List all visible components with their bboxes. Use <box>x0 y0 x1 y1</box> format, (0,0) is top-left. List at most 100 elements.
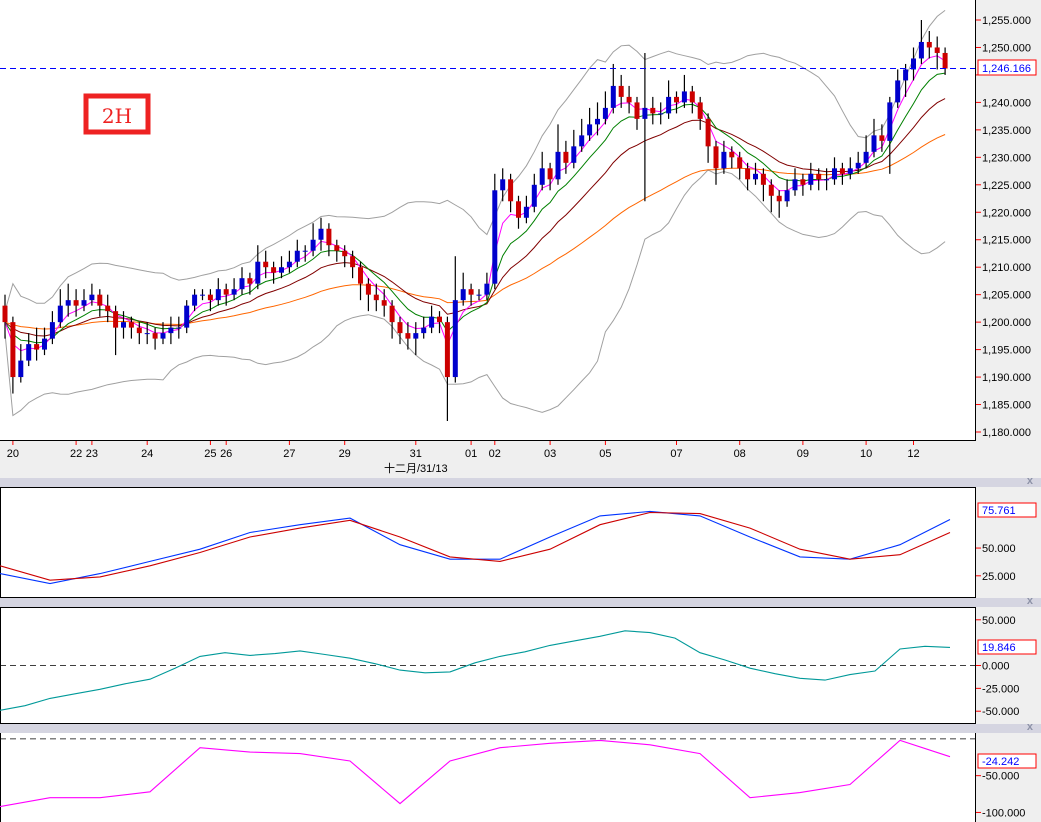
candle-body <box>484 283 490 295</box>
price-tick-label: 1,180.000 <box>982 427 1031 439</box>
candle-body <box>500 179 506 191</box>
candle-body <box>326 228 332 246</box>
candle-body <box>49 322 55 339</box>
price-tick-label: 1,230.000 <box>982 152 1031 164</box>
candle-body <box>42 338 47 350</box>
candle-body <box>571 146 577 163</box>
candle-body <box>516 201 521 218</box>
stochastic-last-value: 75.761 <box>982 505 1016 517</box>
candle-body <box>389 305 395 323</box>
price-panel[interactable]: 1,255.000 1,250.000 1,240.000 1,235.000 1,23… <box>0 0 1041 478</box>
candle-body <box>689 91 695 103</box>
candle-body <box>421 327 427 334</box>
candle-body <box>642 107 648 119</box>
candle-body <box>318 228 324 240</box>
time-tick-label: 25 <box>204 448 216 460</box>
candle-body <box>10 322 16 378</box>
time-tick-label: 09 <box>797 448 809 460</box>
candle-body <box>342 250 348 257</box>
price-plot-area <box>0 0 975 440</box>
panel-separator[interactable]: x <box>0 475 1041 487</box>
value-tick-label: 25.000 <box>982 571 1016 583</box>
candle-body <box>286 261 292 268</box>
candle-body <box>65 300 71 306</box>
candle-body <box>824 179 830 181</box>
candle-body <box>753 173 758 180</box>
value-tick-label: 50.000 <box>982 615 1016 627</box>
time-tick-label: 26 <box>220 448 232 460</box>
candle-body <box>681 91 687 103</box>
candle-body <box>808 173 814 185</box>
candle-body <box>863 151 869 163</box>
value-tick-label: -50.000 <box>982 706 1019 718</box>
close-panel-icon[interactable]: x <box>1027 595 1033 607</box>
candle-body <box>895 80 901 103</box>
time-tick-label: 12 <box>907 448 919 460</box>
last-price-label: 1,246.166 <box>982 63 1031 75</box>
candle-body <box>476 294 482 296</box>
value-tick-label: 0.000 <box>982 661 1010 673</box>
candle-body <box>760 173 766 185</box>
candle-body <box>184 305 190 328</box>
time-tick-label: 24 <box>141 448 153 460</box>
candle-body <box>508 179 514 202</box>
candle-body <box>903 69 909 81</box>
candle-body <box>832 168 837 180</box>
candle-body <box>531 184 537 207</box>
candle-body <box>128 322 134 328</box>
close-panel-icon[interactable]: x <box>1027 721 1033 733</box>
oscillator-panel[interactable]: 50.000 0.000 -25.000 -50.000 19.846 <box>0 607 1041 724</box>
candle-body <box>373 294 379 301</box>
candle-body <box>610 85 616 108</box>
price-tick-label: 1,235.000 <box>982 125 1031 137</box>
candle-body <box>310 239 316 251</box>
candle-body <box>713 146 719 169</box>
candle-body <box>452 300 458 378</box>
candle-body <box>18 360 24 378</box>
candle-body <box>365 283 371 295</box>
candle-body <box>934 47 940 53</box>
candle-body <box>97 294 103 306</box>
candle-body <box>792 179 798 191</box>
candle-body <box>231 289 237 295</box>
value-tick-label: -100.000 <box>982 807 1025 819</box>
williams-r-panel[interactable]: -50.000 -100.000 -24.242 <box>0 733 1041 822</box>
candle-body <box>334 245 340 251</box>
panel-separator[interactable]: x <box>0 595 1041 607</box>
price-tick-label: 1,190.000 <box>982 372 1031 384</box>
candle-body <box>152 333 158 339</box>
candle-body <box>666 96 672 114</box>
candle-body <box>658 113 664 115</box>
candle-body <box>674 96 679 103</box>
candle-body <box>634 102 640 119</box>
candle-body <box>176 327 182 329</box>
price-tick-label: 1,255.000 <box>982 15 1031 27</box>
price-tick-label: 1,205.000 <box>982 290 1031 302</box>
candle-body <box>294 250 300 262</box>
candle-body <box>302 250 308 252</box>
candle-body <box>350 256 356 268</box>
time-tick-label: 03 <box>544 448 556 460</box>
candle-body <box>697 102 703 119</box>
candle-body <box>539 168 545 185</box>
candle-body <box>737 157 743 169</box>
panel-separator[interactable]: x <box>0 721 1041 733</box>
stochastic-panel[interactable]: 50.000 25.000 75.761 <box>0 487 1041 598</box>
candle-body <box>847 168 853 174</box>
candle-body <box>136 327 142 334</box>
time-tick-label: 08 <box>734 448 746 460</box>
williams-plot-area <box>0 733 975 822</box>
candle-body <box>547 168 553 180</box>
candle-body <box>192 294 198 306</box>
candle-body <box>279 267 284 273</box>
price-tick-label: 1,215.000 <box>982 235 1031 247</box>
candle-body <box>144 333 150 335</box>
candle-body <box>34 344 40 350</box>
close-panel-icon[interactable]: x <box>1027 475 1033 487</box>
time-tick-label: 22 <box>70 448 82 460</box>
candle-body <box>618 85 624 97</box>
candle-body <box>768 184 774 196</box>
price-tick-label: 1,240.000 <box>982 97 1031 109</box>
value-tick-label: 50.000 <box>982 543 1016 555</box>
candle-body <box>437 316 442 323</box>
